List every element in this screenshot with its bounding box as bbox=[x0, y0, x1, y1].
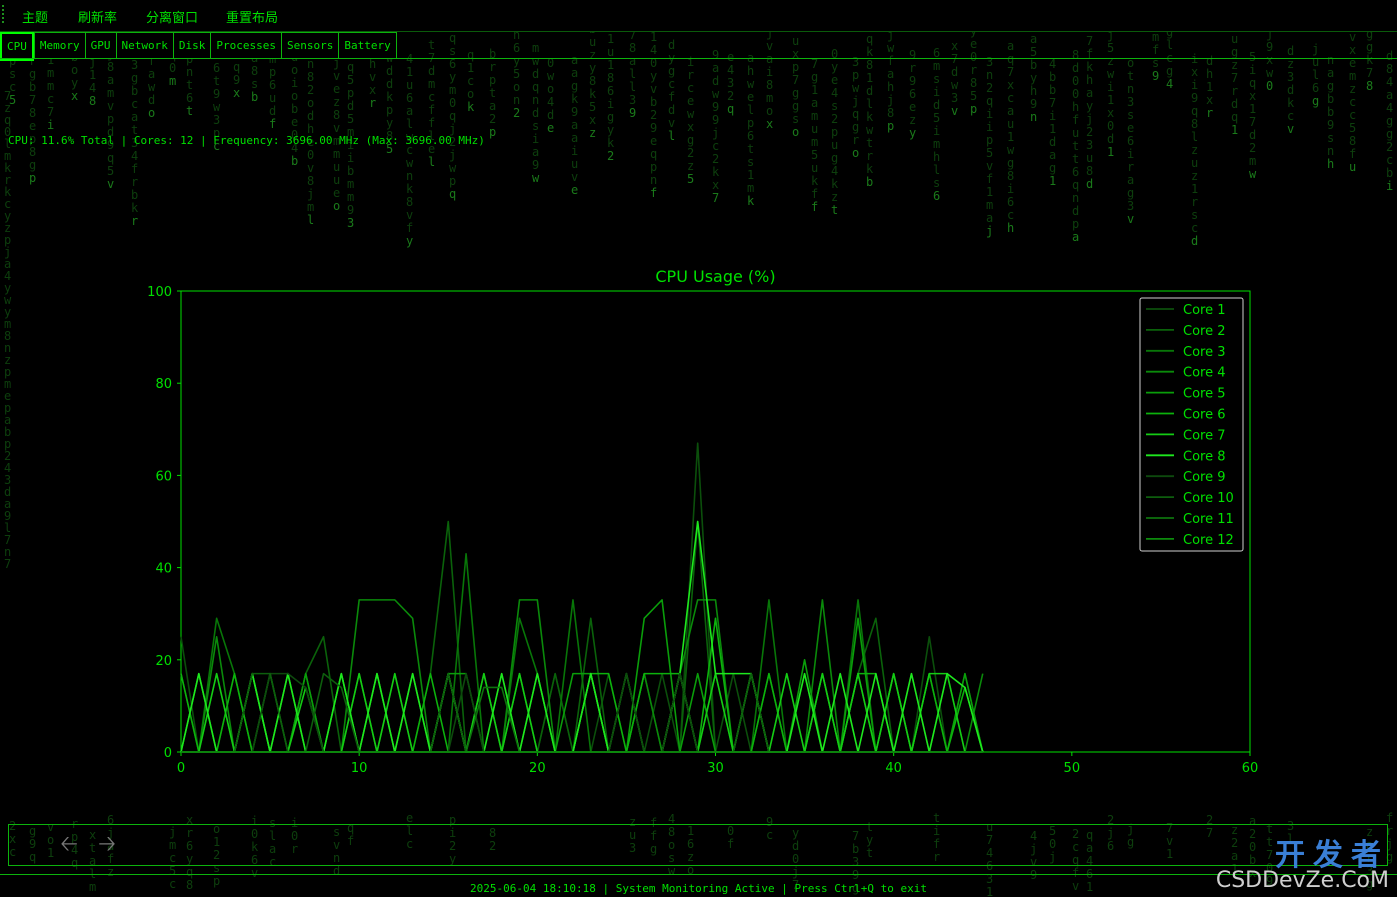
tab-sensors[interactable]: Sensors bbox=[280, 32, 339, 59]
tab-bar-divider bbox=[0, 58, 1397, 59]
navigation-toolbar: 🡠 🡢 bbox=[8, 824, 1388, 866]
tab-disk[interactable]: Disk bbox=[172, 32, 211, 59]
legend-entry: Core 8 bbox=[1183, 449, 1226, 464]
tab-processes[interactable]: Processes bbox=[210, 32, 281, 59]
y-tick-label: 60 bbox=[155, 469, 172, 484]
menu-theme[interactable]: 主题 bbox=[22, 7, 48, 26]
legend-entry: Core 7 bbox=[1183, 428, 1226, 443]
arrow-left-icon[interactable]: 🡠 bbox=[57, 833, 81, 857]
legend-entry: Core 10 bbox=[1183, 491, 1234, 506]
status-divider bbox=[0, 874, 1397, 875]
y-tick-label: 0 bbox=[164, 746, 172, 761]
tab-battery[interactable]: Battery bbox=[338, 32, 397, 59]
chart-title: CPU Usage (%) bbox=[655, 267, 775, 286]
legend-entry: Core 6 bbox=[1183, 408, 1226, 423]
status-bar: 2025-06-04 18:10:18 | System Monitoring … bbox=[470, 882, 927, 895]
legend-entry: Core 3 bbox=[1183, 345, 1226, 360]
legend-entry: Core 5 bbox=[1183, 387, 1226, 402]
y-tick-label: 40 bbox=[155, 562, 172, 577]
legend-entry: Core 1 bbox=[1183, 303, 1226, 318]
tab-memory[interactable]: Memory bbox=[33, 32, 85, 59]
series-line-core-11 bbox=[181, 686, 983, 753]
menu-detach-window[interactable]: 分离窗口 bbox=[146, 7, 198, 26]
watermark-logo: 开发者 CSDDevZe.CoM bbox=[1216, 830, 1389, 893]
tab-network[interactable]: Network bbox=[115, 32, 173, 59]
y-tick-label: 100 bbox=[147, 285, 172, 300]
plot-frame bbox=[180, 290, 1251, 753]
legend-entry: Core 4 bbox=[1183, 366, 1226, 381]
x-tick-label: 60 bbox=[1242, 761, 1259, 776]
y-tick-label: 80 bbox=[155, 377, 172, 392]
tab-cpu[interactable]: CPU bbox=[0, 32, 34, 61]
legend-entry: Core 2 bbox=[1183, 324, 1226, 339]
legend-entry: Core 9 bbox=[1183, 470, 1226, 485]
toolbar-grip[interactable] bbox=[2, 5, 4, 25]
legend-entry: Core 11 bbox=[1183, 512, 1234, 527]
x-tick-label: 10 bbox=[351, 761, 368, 776]
x-tick-label: 20 bbox=[529, 761, 546, 776]
x-tick-label: 50 bbox=[1064, 761, 1081, 776]
legend-entry: Core 12 bbox=[1183, 533, 1234, 548]
y-tick-label: 20 bbox=[155, 654, 172, 669]
arrow-right-icon[interactable]: 🡢 bbox=[95, 833, 119, 857]
menu-refresh-rate[interactable]: 刷新率 bbox=[78, 7, 117, 26]
tab-bar: CPU Memory GPU Network Disk Processes Se… bbox=[0, 32, 397, 61]
tab-gpu[interactable]: GPU bbox=[84, 32, 116, 59]
menu-bar: 主题 刷新率 分离窗口 重置布局 bbox=[0, 0, 1397, 32]
x-tick-label: 30 bbox=[707, 761, 724, 776]
menu-reset-layout[interactable]: 重置布局 bbox=[226, 7, 278, 26]
cpu-info-label: CPU: 11.6% Total | Cores: 12 | Frequency… bbox=[8, 134, 485, 147]
x-tick-label: 40 bbox=[885, 761, 902, 776]
x-tick-label: 0 bbox=[177, 761, 185, 776]
watermark-en: CSDDevZe.CoM bbox=[1215, 868, 1389, 893]
